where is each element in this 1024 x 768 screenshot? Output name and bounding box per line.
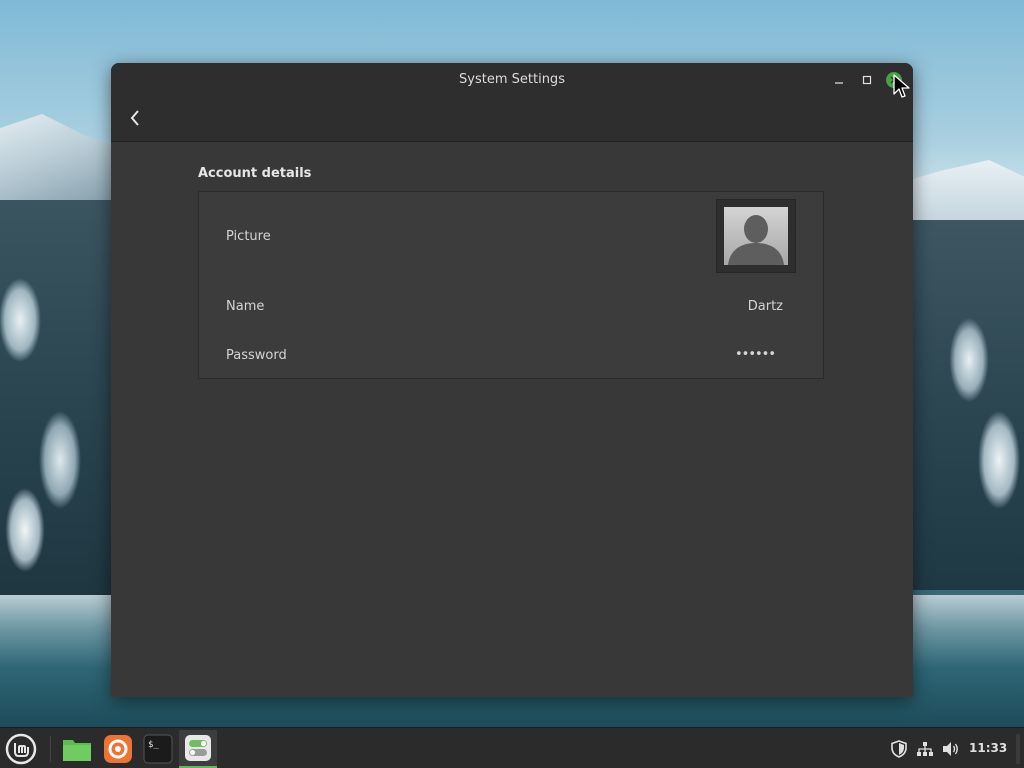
name-label: Name — [226, 299, 265, 314]
mint-logo-icon — [5, 733, 37, 765]
minimize-icon — [835, 82, 843, 84]
svg-text:$_: $_ — [148, 740, 159, 750]
taskbar-separator — [50, 736, 51, 762]
wallpaper-forest — [909, 220, 1024, 590]
account-details-card: Picture Name Dartz Password •••••• — [198, 191, 824, 379]
taskbar: $_ 11:33 — [0, 727, 1024, 768]
avatar — [724, 207, 788, 265]
start-menu-button[interactable] — [2, 730, 40, 768]
settings-toggle-icon — [185, 735, 211, 761]
firefox-icon — [104, 735, 132, 763]
window-title: System Settings — [459, 72, 565, 87]
back-button[interactable] — [125, 107, 145, 129]
network-icon[interactable] — [916, 740, 934, 758]
titlebar[interactable]: System Settings — [111, 63, 913, 142]
shield-icon[interactable] — [890, 740, 908, 758]
maximize-icon — [862, 75, 872, 85]
settings-task-button[interactable] — [179, 730, 217, 768]
folder-icon — [63, 740, 91, 761]
mouse-cursor-icon — [893, 74, 910, 98]
settings-content: Account details Picture Name Dartz Passw… — [111, 142, 913, 697]
name-value[interactable]: Dartz — [748, 299, 783, 314]
files-launcher[interactable] — [58, 730, 96, 768]
clock[interactable]: 11:33 — [969, 741, 1007, 755]
desktop: System Settings Account details Picture — [0, 0, 1024, 768]
password-value[interactable]: •••••• — [735, 347, 776, 362]
password-label: Password — [226, 348, 287, 363]
maximize-button[interactable] — [859, 72, 875, 88]
terminal-launcher[interactable]: $_ — [139, 730, 177, 768]
volume-icon[interactable] — [942, 740, 960, 758]
user-silhouette-icon — [728, 215, 784, 265]
picture-button[interactable] — [716, 199, 796, 273]
terminal-icon: $_ — [143, 734, 173, 764]
section-title: Account details — [198, 166, 312, 181]
system-settings-window: System Settings Account details Picture — [111, 63, 913, 697]
show-desktop-button[interactable] — [1016, 734, 1020, 764]
picture-label: Picture — [226, 229, 271, 244]
minimize-button[interactable] — [831, 72, 847, 88]
chevron-left-icon — [130, 110, 139, 126]
firefox-launcher[interactable] — [99, 730, 137, 768]
